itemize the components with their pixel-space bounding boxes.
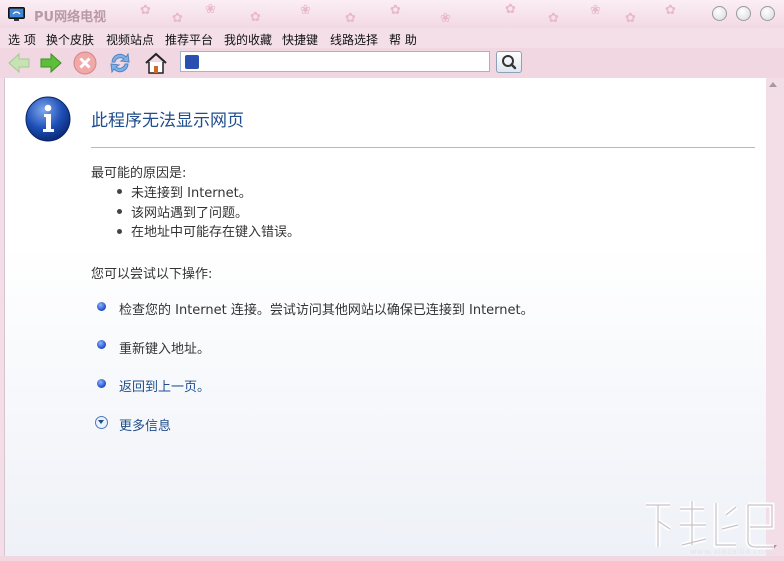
menu-recommended[interactable]: 推荐平台: [165, 31, 213, 48]
action-bullet-icon: [97, 379, 106, 388]
sakura-decoration: ❀: [205, 2, 216, 17]
action-item: 重新键入地址。: [119, 342, 211, 357]
action-bullet-icon: [97, 302, 106, 311]
more-info-link[interactable]: 更多信息: [119, 415, 171, 434]
vertical-scrollbar[interactable]: [766, 78, 780, 556]
sakura-decoration: ✿: [140, 3, 151, 18]
menu-skin[interactable]: 换个皮肤: [46, 31, 94, 48]
action-item: 检查您的 Internet 连接。尝试访问其他网站以确保已连接到 Interne…: [119, 303, 534, 318]
sakura-decoration: ✿: [665, 3, 676, 18]
window-title: PU网络电视: [34, 10, 107, 25]
title-bar: PU网络电视 ✿ ✿ ❀ ✿ ❀ ✿ ✿ ❀ ✿ ✿ ❀ ✿ ✿: [0, 0, 784, 28]
menu-shortcuts[interactable]: 快捷键: [282, 31, 318, 48]
back-icon[interactable]: [6, 50, 32, 76]
menu-help[interactable]: 帮 助: [389, 31, 417, 48]
sakura-decoration: ✿: [390, 3, 401, 18]
back-link[interactable]: 返回到上一页。: [119, 376, 210, 395]
info-icon: [25, 96, 71, 142]
window-bottom-border: [0, 556, 784, 561]
page-heading: 此程序无法显示网页: [91, 111, 244, 131]
bullet: [117, 209, 122, 214]
menu-options[interactable]: 选 项: [8, 31, 36, 48]
menu-favorites[interactable]: 我的收藏: [224, 31, 272, 48]
tv-app-icon: [8, 7, 25, 21]
sakura-decoration: ❀: [590, 3, 601, 18]
actions-title: 您可以尝试以下操作:: [91, 267, 213, 282]
stop-icon[interactable]: [72, 50, 98, 76]
menu-line-select[interactable]: 线路选择: [330, 31, 378, 48]
maximize-button[interactable]: [736, 6, 751, 21]
menu-video-sites[interactable]: 视频站点: [106, 31, 154, 48]
sakura-decoration: ✿: [505, 2, 516, 17]
expand-chevron-icon[interactable]: [95, 416, 108, 429]
minimize-button[interactable]: [712, 6, 727, 21]
sakura-decoration: ✿: [250, 10, 261, 25]
sakura-decoration: ✿: [548, 11, 559, 26]
baidu-paw-icon: [185, 55, 199, 69]
magnifier-icon: [502, 55, 517, 70]
home-icon[interactable]: [143, 50, 169, 76]
watermark-url: www.xiazaiba.com: [690, 547, 773, 556]
sakura-decoration: ❀: [440, 11, 451, 26]
address-bar[interactable]: [180, 51, 490, 72]
sakura-decoration: ✿: [172, 11, 183, 26]
sakura-decoration: ✿: [345, 11, 356, 26]
scroll-up-icon[interactable]: [769, 82, 777, 87]
reason-item: 该网站遇到了问题。: [131, 206, 249, 221]
reason-item: 未连接到 Internet。: [131, 186, 252, 201]
sakura-decoration: ❀: [300, 3, 311, 18]
reason-item: 在地址中可能存在键入错误。: [131, 225, 301, 240]
action-bullet-icon: [97, 340, 106, 349]
bullet: [117, 189, 122, 194]
divider: [91, 147, 755, 148]
search-button[interactable]: [496, 51, 522, 73]
close-button[interactable]: [760, 6, 775, 21]
app-window: PU网络电视 ✿ ✿ ❀ ✿ ❀ ✿ ✿ ❀ ✿ ✿ ❀ ✿ ✿ 选 项 换个皮…: [0, 0, 784, 561]
error-page: 此程序无法显示网页 最可能的原因是: 未连接到 Internet。 该网站遇到了…: [4, 78, 767, 556]
bullet: [117, 229, 122, 234]
sakura-decoration: ✿: [625, 11, 636, 26]
reasons-title: 最可能的原因是:: [91, 166, 187, 181]
menu-bar: 选 项 换个皮肤 视频站点 推荐平台 我的收藏 快捷键 线路选择 帮 助: [0, 28, 784, 48]
address-input[interactable]: [203, 53, 485, 70]
refresh-icon[interactable]: [107, 50, 133, 76]
forward-icon[interactable]: [38, 50, 64, 76]
